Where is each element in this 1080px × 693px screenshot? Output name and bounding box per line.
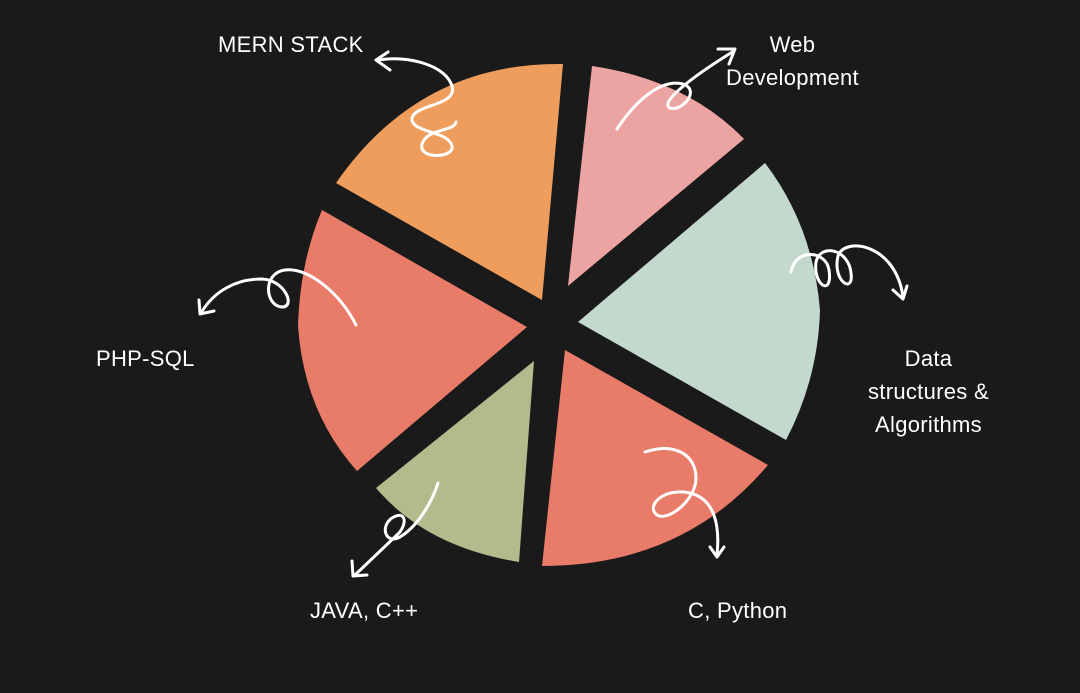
label-data-structures: Data structures & Algorithms <box>868 342 989 441</box>
label-c-python: C, Python <box>688 594 787 627</box>
label-line: Data <box>904 346 953 371</box>
slices-layer <box>298 63 820 566</box>
label-line: Web <box>769 32 816 57</box>
label-line: MERN STACK <box>218 32 364 57</box>
label-line: Development <box>726 65 859 90</box>
label-php-sql: PHP-SQL <box>96 342 195 375</box>
label-line: Algorithms <box>875 412 982 437</box>
label-line: JAVA, C++ <box>310 598 419 623</box>
label-java-cpp: JAVA, C++ <box>310 594 418 627</box>
label-line: structures & <box>868 379 989 404</box>
label-mern-stack: MERN STACK <box>218 28 364 61</box>
label-line: C, Python <box>688 598 788 623</box>
label-line: PHP-SQL <box>96 346 195 371</box>
label-web-development: Web Development <box>726 28 859 94</box>
arrow-head <box>350 559 369 578</box>
diagram-canvas: MERN STACK Web Development Data structures… <box>0 0 1080 693</box>
arrow-head <box>374 50 392 72</box>
